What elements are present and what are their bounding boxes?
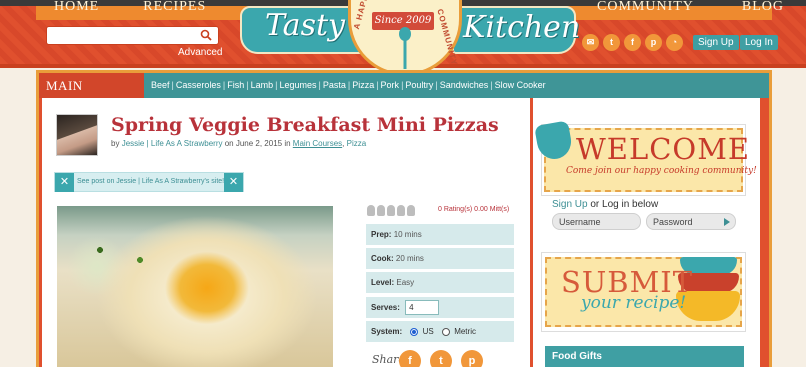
rss-icon[interactable]: ◔ bbox=[666, 34, 683, 51]
metric-radio[interactable] bbox=[441, 327, 450, 336]
byline-by: by bbox=[111, 139, 120, 148]
serves-label: Serves: bbox=[371, 303, 400, 312]
category-title[interactable]: MAIN COURSES bbox=[39, 73, 144, 118]
metric-label[interactable]: Metric bbox=[454, 327, 476, 336]
cook-label: Cook: bbox=[371, 254, 394, 263]
see-post-link[interactable]: See post on Jessie | Life As A Strawberr… bbox=[77, 178, 224, 185]
login-submit-arrow-icon[interactable] bbox=[724, 218, 730, 226]
serves-input[interactable]: 4 bbox=[405, 300, 440, 316]
spoon-icon bbox=[399, 27, 411, 69]
us-radio[interactable] bbox=[410, 327, 419, 336]
category-link[interactable]: Pasta bbox=[321, 80, 348, 90]
level-value: Easy bbox=[396, 278, 415, 287]
cook-time-row: Cook: 20 mins bbox=[366, 248, 514, 269]
welcome-subheading: Come join our happy cooking community! bbox=[566, 166, 757, 176]
nav-home[interactable]: HOME bbox=[54, 0, 99, 15]
category-link[interactable]: Beef bbox=[149, 80, 172, 90]
password-placeholder: Password bbox=[653, 217, 693, 227]
welcome-heading: WELCOME bbox=[576, 132, 751, 166]
cook-value: 20 mins bbox=[395, 254, 424, 263]
category-link[interactable]: Lamb bbox=[249, 80, 276, 90]
social-icons: ✉ t f p ◔ bbox=[582, 34, 683, 51]
mail-icon[interactable]: ✉ bbox=[582, 34, 599, 51]
category-link[interactable]: Pizza bbox=[350, 80, 376, 90]
mitt-icon[interactable] bbox=[397, 205, 405, 216]
advanced-search-link[interactable]: Advanced bbox=[178, 47, 222, 58]
nav-recipes[interactable]: RECIPES bbox=[143, 0, 206, 15]
category-link[interactable]: Casseroles bbox=[174, 80, 223, 90]
search-icon[interactable] bbox=[200, 29, 212, 41]
byline-date: on June 2, 2015 in bbox=[224, 139, 291, 148]
signup-rest: or Log in below bbox=[587, 199, 659, 210]
category-link[interactable]: Pork bbox=[379, 80, 402, 90]
mitt-rating[interactable] bbox=[367, 205, 415, 216]
category-link[interactable]: Fish bbox=[225, 80, 246, 90]
category-pizza-link[interactable]: Pizza bbox=[347, 139, 367, 148]
main-nav-right: COMMUNITY BLOG bbox=[597, 0, 784, 15]
mitt-icon[interactable] bbox=[387, 205, 395, 216]
serves-row: Serves: 4 bbox=[366, 297, 514, 318]
password-field[interactable]: Password bbox=[646, 213, 736, 230]
search-input[interactable] bbox=[46, 26, 219, 45]
mitt-icon[interactable] bbox=[377, 205, 385, 216]
logo-text-tasty[interactable]: Tasty bbox=[265, 8, 345, 43]
twitter-share-icon[interactable]: t bbox=[430, 350, 452, 367]
utensils-icon: ✕ bbox=[224, 173, 243, 192]
byline-comma: , bbox=[342, 139, 345, 148]
category-links: Beef | Casseroles | Fish | Lamb | Legumes | P… bbox=[149, 80, 548, 90]
header-signup-button[interactable]: Sign Up bbox=[693, 35, 739, 50]
utensils-icon: ✕ bbox=[55, 173, 74, 192]
facebook-share-icon[interactable]: f bbox=[399, 350, 421, 367]
prep-time-row: Prep: 10 mins bbox=[366, 224, 514, 245]
level-label: Level: bbox=[371, 278, 395, 287]
submit-subheading[interactable]: your recipe! bbox=[581, 293, 686, 313]
twitter-icon[interactable]: t bbox=[603, 34, 620, 51]
pinterest-share-icon[interactable]: p bbox=[461, 350, 483, 367]
category-link[interactable]: Sandwiches bbox=[438, 80, 491, 90]
author-avatar[interactable] bbox=[56, 114, 98, 156]
nav-community[interactable]: COMMUNITY bbox=[597, 0, 694, 15]
signup-prompt: Sign Up or Log in below bbox=[552, 199, 658, 210]
system-label: System: bbox=[371, 327, 403, 336]
food-gifts-header[interactable]: Food Gifts bbox=[545, 346, 744, 367]
level-row: Level: Easy bbox=[366, 272, 514, 293]
system-row: System: US Metric bbox=[366, 321, 514, 342]
nav-blog[interactable]: BLOG bbox=[742, 0, 784, 15]
us-label[interactable]: US bbox=[423, 327, 434, 336]
main-nav-left: HOME RECIPES bbox=[54, 0, 206, 15]
post-title: Spring Veggie Breakfast Mini Pizzas bbox=[111, 114, 499, 136]
category-link[interactable]: Legumes bbox=[277, 80, 318, 90]
facebook-icon[interactable]: f bbox=[624, 34, 641, 51]
category-main-courses-link[interactable]: Main Courses bbox=[293, 139, 342, 148]
photo-detail bbox=[80, 230, 260, 340]
logo-text-kitchen[interactable]: Kitchen bbox=[463, 10, 580, 45]
mitt-icon[interactable] bbox=[407, 205, 415, 216]
category-link[interactable]: Poultry bbox=[403, 80, 435, 90]
mitt-icon[interactable] bbox=[367, 205, 375, 216]
see-post-banner[interactable]: ✕ See post on Jessie | Life As A Strawbe… bbox=[54, 172, 244, 192]
author-link[interactable]: Jessie | Life As A Strawberry bbox=[122, 139, 223, 148]
username-field[interactable]: Username bbox=[552, 213, 641, 230]
sidebar-signup-link[interactable]: Sign Up bbox=[552, 199, 588, 210]
prep-value: 10 mins bbox=[393, 230, 422, 239]
rating-summary[interactable]: 0 Rating(s) 0.00 Mitt(s) bbox=[438, 206, 509, 213]
prep-label: Prep: bbox=[371, 230, 392, 239]
pinterest-icon[interactable]: p bbox=[645, 34, 662, 51]
header-login-button[interactable]: Log In bbox=[740, 35, 778, 50]
category-link[interactable]: Slow Cooker bbox=[493, 80, 548, 90]
post-byline: by Jessie | Life As A Strawberry on June… bbox=[111, 139, 366, 148]
share-icons: f t p bbox=[399, 350, 483, 367]
